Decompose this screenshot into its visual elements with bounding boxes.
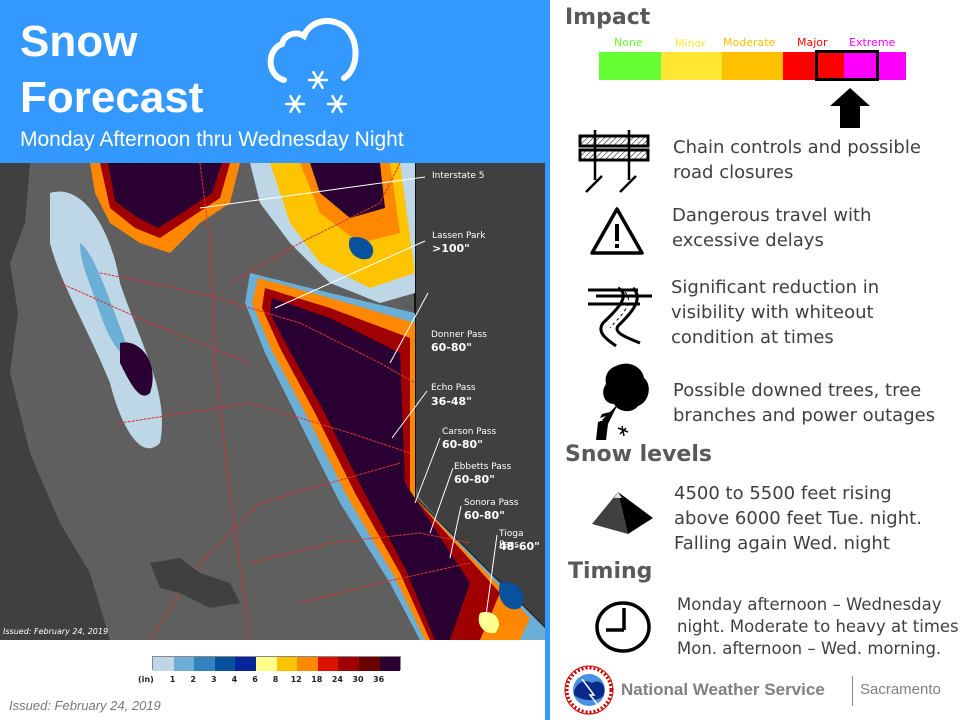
map-value-ebbetts-pass: 60-80" bbox=[454, 473, 495, 486]
timing-line: Mon. afternoon – Wed. morning. bbox=[677, 639, 942, 658]
issued-footer: Issued: February 24, 2019 bbox=[9, 698, 161, 713]
legend-swatch bbox=[235, 657, 256, 671]
warning-triangle-icon bbox=[590, 207, 644, 255]
impact-text-line: road closures bbox=[673, 162, 794, 183]
legend-swatch bbox=[255, 657, 277, 671]
impact-text-line: Chain controls and possible bbox=[673, 137, 921, 158]
impact-seg-none bbox=[599, 52, 661, 80]
delta bbox=[150, 558, 240, 608]
impact-label-none: None bbox=[614, 36, 643, 49]
impact-text-line: branches and power outages bbox=[673, 405, 936, 426]
impact-text-line: Significant reduction in bbox=[671, 277, 880, 298]
impact-label-minor: Minor bbox=[675, 37, 706, 50]
fallen-tree-icon bbox=[596, 363, 649, 440]
legend-swatch bbox=[194, 657, 215, 671]
legend-tick-label: 12 bbox=[290, 675, 302, 684]
impact-label-major: Major bbox=[797, 36, 828, 49]
map-label-echo-pass: Echo Pass bbox=[431, 383, 476, 393]
impact-selected-range bbox=[815, 50, 879, 81]
impact-heading: Impact bbox=[565, 5, 651, 30]
legend-tick-label: 8 bbox=[272, 675, 279, 684]
legend-swatch bbox=[173, 657, 195, 671]
impact-item-chain-controls: Chain controls and possible road closure… bbox=[673, 135, 921, 185]
map-label-carson-pass: Carson Pass bbox=[442, 427, 497, 437]
snow-levels-line: Falling again Wed. night bbox=[674, 533, 890, 554]
timing-line: night. Moderate to heavy at times bbox=[677, 617, 959, 636]
legend-tick-label: 30 bbox=[352, 675, 364, 684]
clock-icon bbox=[595, 601, 651, 653]
legend-unit: (in) bbox=[138, 675, 154, 684]
legend-swatch bbox=[317, 657, 339, 671]
road-barrier-icon bbox=[578, 130, 650, 193]
impact-seg-moderate bbox=[722, 52, 783, 80]
legend-tick-label: 6 bbox=[252, 675, 258, 684]
timing-text: Monday afternoon – Wednesday night. Mode… bbox=[677, 594, 959, 660]
snowfall-map: Interstate 5 Lassen Park >100" Donner Pa… bbox=[0, 163, 545, 640]
title-line-1: Snow bbox=[20, 17, 138, 66]
map-label-sonora-pass: Sonora Pass bbox=[464, 498, 519, 508]
legend-tick-label: 36 bbox=[373, 675, 385, 684]
legend-tick-label: 24 bbox=[331, 675, 343, 684]
impact-text-line: Possible downed trees, tree bbox=[673, 380, 922, 401]
map-value-lassen-park: >100" bbox=[432, 242, 470, 255]
impact-text-line: condition at times bbox=[671, 327, 834, 348]
snow-levels-line: above 6000 feet Tue. night. bbox=[674, 508, 922, 529]
map-value-carson-pass: 60-80" bbox=[442, 438, 483, 451]
impact-seg-minor bbox=[661, 52, 722, 80]
impact-item-visibility: Significant reduction in visibility with… bbox=[671, 275, 879, 350]
impact-text-line: excessive delays bbox=[672, 230, 824, 251]
timing-line: Monday afternoon – Wednesday bbox=[677, 595, 942, 614]
agency-name: National Weather Service bbox=[621, 680, 825, 699]
impact-item-dangerous-travel: Dangerous travel with excessive delays bbox=[672, 203, 871, 253]
subtitle: Monday Afternoon thru Wednesday Night bbox=[20, 128, 404, 151]
legend-tick-label: 2 bbox=[190, 675, 196, 684]
legend-swatch bbox=[297, 657, 318, 671]
timing-heading: Timing bbox=[568, 559, 653, 584]
legend-tick-label: 1 bbox=[169, 675, 176, 684]
legend-tick-label: 4 bbox=[231, 675, 238, 684]
impact-text-line: visibility with whiteout bbox=[671, 302, 874, 323]
legend-swatch bbox=[379, 657, 401, 671]
office-name: Sacramento bbox=[860, 681, 941, 698]
nws-logo bbox=[564, 665, 614, 715]
map-value-donner-pass: 60-80" bbox=[431, 341, 472, 354]
impact-label-moderate: Moderate bbox=[723, 36, 776, 49]
title-line-2: Forecast bbox=[20, 73, 204, 122]
legend-swatch bbox=[153, 657, 174, 671]
map-label-interstate-5: Interstate 5 bbox=[432, 171, 485, 181]
legend-labels: (in) 1 2 3 4 6 8 12 18 24 30 36 bbox=[138, 675, 420, 689]
legend-swatch bbox=[338, 657, 359, 671]
footer-divider bbox=[852, 676, 853, 706]
map-label-donner-pass: Donner Pass bbox=[431, 330, 487, 340]
up-arrow-icon bbox=[830, 88, 870, 128]
legend-tick-label: 3 bbox=[211, 675, 217, 684]
map-issued-date: Issued: February 24, 2019 bbox=[3, 627, 109, 636]
map-label-ebbetts-pass: Ebbetts Pass bbox=[454, 462, 512, 472]
impact-label-extreme: Extreme bbox=[849, 36, 896, 49]
map-value-echo-pass: 36-48" bbox=[431, 395, 472, 408]
legend-swatch bbox=[214, 657, 236, 671]
impact-text-line: Dangerous travel with bbox=[672, 205, 872, 226]
cloud-snow-icon bbox=[267, 18, 359, 114]
whiteout-road-icon bbox=[588, 286, 652, 348]
legend-swatch bbox=[358, 657, 380, 671]
map-value-tioga-pass: 48-60" bbox=[499, 540, 540, 553]
mountain-pyramid-icon bbox=[592, 492, 653, 534]
header: Snow Forecast Monday Afternoon thru Wedn… bbox=[0, 0, 545, 163]
map-label-lassen-park: Lassen Park bbox=[432, 231, 486, 241]
snow-levels-line: 4500 to 5500 feet rising bbox=[674, 483, 892, 504]
legend-swatch bbox=[276, 657, 298, 671]
legend-tick-label: 18 bbox=[311, 675, 323, 684]
snow-levels-text: 4500 to 5500 feet rising above 6000 feet… bbox=[674, 481, 922, 556]
map-value-sonora-pass: 60-80" bbox=[464, 509, 505, 522]
impact-item-downed-trees: Possible downed trees, tree branches and… bbox=[673, 378, 935, 428]
snow-levels-heading: Snow levels bbox=[565, 442, 712, 467]
snowfall-legend bbox=[152, 656, 402, 671]
